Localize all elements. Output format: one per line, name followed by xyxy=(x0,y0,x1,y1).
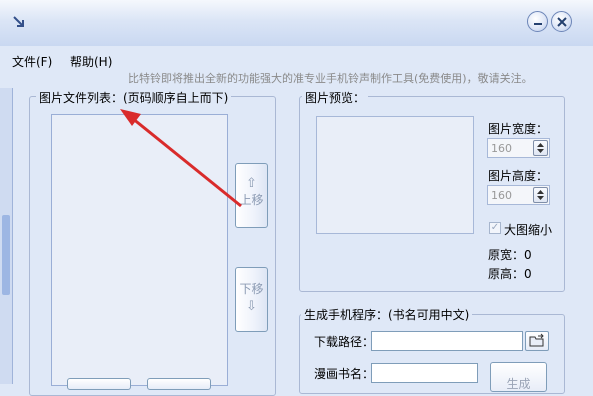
file-list-legend: 图片文件列表：(页码顺序自上而下) xyxy=(36,89,232,106)
preview-legend: 图片预览： xyxy=(302,89,369,106)
title-bar xyxy=(0,0,593,46)
tagline-text: 比特铃即将推出全新的功能强大的准专业手机铃声制作工具(免费使用)，敬请关注。 xyxy=(128,72,533,85)
annotation-arrow-icon xyxy=(120,109,242,208)
move-down-label: 下移 xyxy=(239,282,264,296)
check-icon: ✓ xyxy=(490,222,500,233)
close-icon xyxy=(557,17,567,27)
width-spin-icon[interactable] xyxy=(533,140,548,156)
height-spinner[interactable]: 160 xyxy=(487,185,550,205)
width-spinner[interactable]: 160 xyxy=(487,138,550,158)
browse-button[interactable] xyxy=(525,331,549,351)
height-label: 图片高度： xyxy=(488,169,549,183)
orig-height-text: 原高：0 xyxy=(488,267,532,281)
shrink-checkbox[interactable]: ✓ xyxy=(489,222,501,234)
generate-button-label: 生成 xyxy=(506,377,531,391)
image-preview xyxy=(316,116,474,234)
minimize-button[interactable] xyxy=(527,11,548,32)
add-button[interactable] xyxy=(67,378,131,390)
menu-help[interactable]: 帮助(H) xyxy=(70,53,112,70)
generate-button[interactable]: 生成 xyxy=(490,362,547,392)
height-value: 160 xyxy=(491,189,512,202)
browse-folder-icon xyxy=(529,333,544,347)
minimize-icon xyxy=(534,23,542,25)
close-button[interactable] xyxy=(551,11,572,32)
menu-file[interactable]: 文件(F) xyxy=(12,53,52,70)
down-arrow-icon: ⇩ xyxy=(246,299,257,314)
width-label: 图片宽度： xyxy=(488,122,549,136)
orig-width-text: 原宽：0 xyxy=(488,248,532,262)
book-name-input[interactable] xyxy=(371,363,478,383)
left-scroll-thumb[interactable] xyxy=(2,215,10,295)
shrink-label: 大图缩小 xyxy=(504,223,553,237)
generate-legend: 生成手机程序：(书名可用中文) xyxy=(301,306,473,323)
width-value: 160 xyxy=(491,142,512,155)
move-down-button[interactable]: 下移 ⇩ xyxy=(235,267,268,332)
download-path-label: 下载路径： xyxy=(314,335,375,349)
height-spin-icon[interactable] xyxy=(533,187,548,203)
download-path-input[interactable] xyxy=(371,331,523,351)
resize-arrow-icon xyxy=(13,16,24,27)
delete-button[interactable] xyxy=(147,378,211,390)
book-name-label: 漫画书名： xyxy=(314,367,375,381)
